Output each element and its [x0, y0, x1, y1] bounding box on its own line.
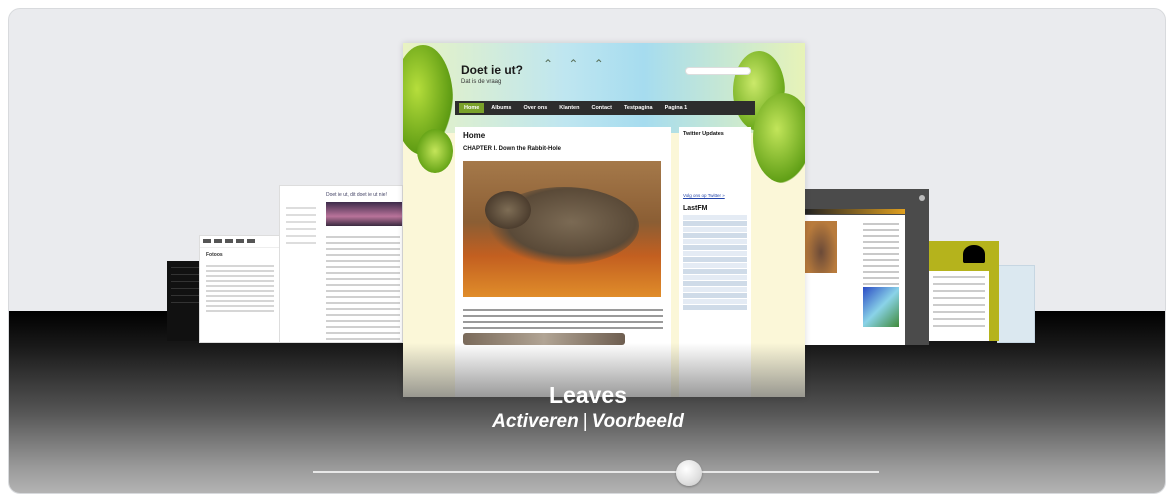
thumbnail-header-image	[326, 202, 402, 226]
thumbnail-photo	[863, 287, 899, 327]
preview-post-heading: CHAPTER I. Down the Rabbit-Hole	[463, 146, 561, 152]
preview-lastfm-heading: LastFM	[683, 205, 708, 212]
theme-thumbnail-light-blue[interactable]	[997, 265, 1035, 343]
theme-name: Leaves	[548, 382, 627, 408]
close-icon	[919, 195, 925, 201]
leaf-decoration	[417, 129, 453, 173]
preview-site-title: Doet ie ut?	[461, 63, 523, 77]
preview-page-heading: Home	[463, 131, 486, 140]
preview-link[interactable]: Voorbeeld	[592, 411, 684, 432]
carousel-slider-track[interactable]	[313, 471, 879, 473]
preview-bear-photo	[463, 161, 661, 297]
leaf-decoration	[753, 93, 805, 183]
theme-actions: Activeren | Voorbeeld	[9, 411, 1165, 433]
preview-nav-item: Albums	[491, 105, 512, 111]
action-separator: |	[582, 411, 588, 432]
preview-nav-item: Testpagina	[623, 105, 653, 111]
birds-icon: ⌃ ⌃ ⌃	[543, 57, 610, 71]
thumbnail-title: Doet ie ut, dit doet ie ut nie!	[326, 192, 387, 198]
theme-thumbnail-olive[interactable]	[927, 241, 999, 341]
preview-nav-item: Klanten	[559, 105, 580, 111]
tree-icon	[963, 245, 985, 263]
preview-nav-item: Home	[459, 103, 485, 113]
preview-search-box	[685, 67, 751, 75]
theme-thumbnail-grey[interactable]	[801, 189, 929, 345]
thumbnail-photo	[805, 221, 837, 273]
theme-thumbnail-white[interactable]: Fotoos	[199, 235, 281, 343]
theme-caption: Leaves Activeren | Voorbeeld	[9, 381, 1165, 433]
theme-carousel: Fotoos Doet ie ut, dit doet ie ut nie! ⌃…	[8, 8, 1166, 494]
preview-nav-item: Pagina 1	[664, 105, 688, 111]
theme-thumbnail-blog[interactable]: Doet ie ut, dit doet ie ut nie!	[279, 185, 403, 343]
preview-nav-bar: Home Albums Over ons Klanten Contact Tes…	[455, 101, 755, 115]
theme-thumbnail-leaves[interactable]: ⌃ ⌃ ⌃ Doet ie ut? Dat is de vraag Home A…	[403, 43, 805, 397]
thumbnail-title: Fotoos	[206, 252, 223, 258]
preview-nav-item: Over ons	[523, 105, 548, 111]
preview-nav-item: Contact	[591, 105, 612, 111]
activate-link[interactable]: Activeren	[492, 411, 579, 432]
preview-site-tagline: Dat is de vraag	[461, 79, 502, 85]
preview-twitter-heading: Twitter Updates	[683, 131, 724, 137]
